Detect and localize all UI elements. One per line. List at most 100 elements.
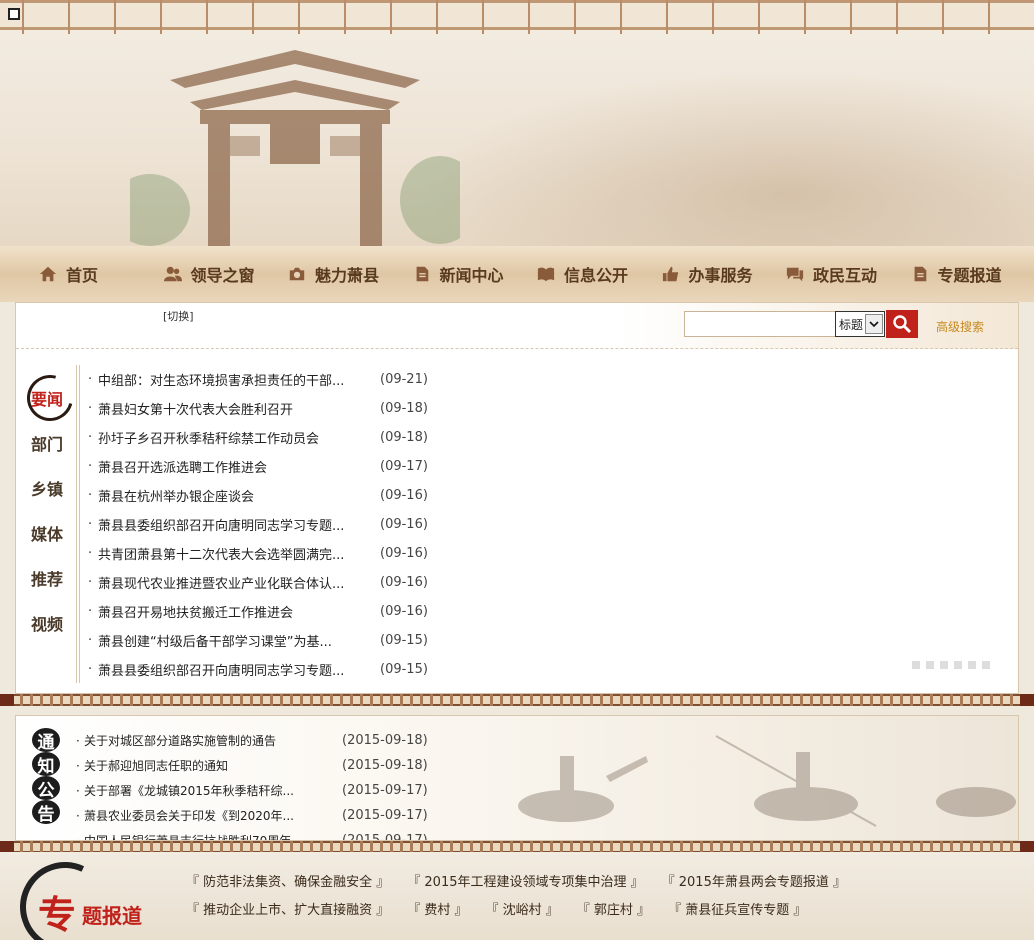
list-item[interactable]: · 关于部署《龙城镇2015年秋季秸秆综... (2015-09-17) (76, 778, 436, 803)
topic-link[interactable]: 『 费村 』 (407, 899, 467, 918)
news-title[interactable]: 萧县县委组织部召开向唐明同志学习专题... (98, 515, 380, 534)
list-item[interactable]: · 萧县县委组织部召开向唐明同志学习专题... (09-15) (88, 655, 448, 684)
notice-title[interactable]: 关于对城区部分道路实施管制的通告 (84, 732, 342, 749)
search-bar: [切换] 标题 高级搜索 (16, 303, 1018, 349)
memorial-archway-image (130, 50, 460, 246)
nav-label: 政民互动 (813, 266, 878, 285)
notice-date: (2015-09-17) (342, 783, 428, 798)
switch-link[interactable]: [切换] (163, 308, 194, 324)
list-item[interactable]: · 萧县召开易地扶贫搬迁工作推进会 (09-16) (88, 597, 448, 626)
pager-dot[interactable] (926, 661, 934, 669)
bullet: · (88, 517, 93, 532)
bullet: · (88, 401, 93, 416)
nav-label: 办事服务 (688, 266, 753, 285)
news-title[interactable]: 孙圩子乡召开秋季秸秆综禁工作动员会 (98, 428, 380, 447)
banner-fret-border (0, 0, 1034, 34)
nav-news-center[interactable]: 新闻中心 (412, 246, 537, 302)
tab-departments[interactable]: 部门 (26, 420, 68, 465)
nav-home[interactable]: 首页 (38, 246, 163, 302)
news-date: (09-18) (380, 401, 428, 416)
nav-special-reports[interactable]: 专题报道 (910, 246, 1034, 302)
pager-dot[interactable] (982, 661, 990, 669)
topic-link[interactable]: 『 沈峪村 』 (486, 899, 559, 918)
tab-headlines[interactable]: 要闻 (26, 375, 68, 420)
nav-label: 领导之窗 (190, 266, 255, 285)
bullet: · (76, 833, 80, 841)
news-date: (09-17) (380, 459, 428, 474)
nav-info-public[interactable]: 信息公开 (536, 246, 661, 302)
news-date: (09-15) (380, 633, 428, 648)
news-title[interactable]: 萧县在杭州举办银企座谈会 (98, 486, 380, 505)
topic-link[interactable]: 『 2015年萧县两会专题报道 』 (662, 871, 846, 890)
list-item[interactable]: · 萧县召开选派选聘工作推进会 (09-17) (88, 452, 448, 481)
notice-heading: 通 知 公 告 (32, 728, 62, 825)
tab-towns[interactable]: 乡镇 (26, 465, 68, 510)
list-item[interactable]: · 萧县县委组织部召开向唐明同志学习专题... (09-16) (88, 510, 448, 539)
pager-dot[interactable] (940, 661, 948, 669)
bullet: · (76, 758, 80, 773)
notice-title[interactable]: 关于郝迎旭同志任职的通知 (84, 757, 342, 774)
header-banner (0, 0, 1034, 246)
list-item[interactable]: · 萧县现代农业推进暨农业产业化联合体认... (09-16) (88, 568, 448, 597)
divider-cap (1020, 694, 1034, 706)
advanced-search-link[interactable]: 高级搜索 (936, 318, 984, 335)
nav-services[interactable]: 办事服务 (661, 246, 786, 302)
search-button[interactable] (886, 310, 918, 338)
topic-link[interactable]: 『 推动企业上市、扩大直接融资 』 (186, 899, 389, 918)
news-title[interactable]: 萧县召开选派选聘工作推进会 (98, 457, 380, 476)
nav-label: 新闻中心 (439, 266, 504, 285)
news-date: (09-16) (380, 517, 428, 532)
notice-title[interactable]: 中国人民银行萧县支行抗战胜利70周年... (84, 832, 342, 840)
pager-dot[interactable] (912, 661, 920, 669)
tab-media[interactable]: 媒体 (26, 510, 68, 555)
list-item[interactable]: · 共青团萧县第十二次代表大会选举圆满完... (09-16) (88, 539, 448, 568)
nav-label: 首页 (66, 266, 99, 285)
notice-title[interactable]: 萧县农业委员会关于印发《到2020年... (84, 807, 342, 824)
news-title[interactable]: 萧县妇女第十次代表大会胜利召开 (98, 399, 380, 418)
notice-title[interactable]: 关于部署《龙城镇2015年秋季秸秆综... (84, 782, 342, 799)
pager-dot[interactable] (954, 661, 962, 669)
bullet: · (88, 488, 93, 503)
topic-link[interactable]: 『 2015年工程建设领域专项集中治理 』 (407, 871, 643, 890)
news-date: (09-21) (380, 372, 428, 387)
news-title[interactable]: 萧县现代农业推进暨农业产业化联合体认... (98, 573, 380, 592)
news-date: (09-16) (380, 488, 428, 503)
list-item[interactable]: · 关于郝迎旭同志任职的通知 (2015-09-18) (76, 753, 436, 778)
news-title[interactable]: 萧县召开易地扶贫搬迁工作推进会 (98, 602, 380, 621)
section-divider (0, 694, 1034, 706)
list-item[interactable]: · 萧县创建“村级后备干部学习课堂”为基... (09-15) (88, 626, 448, 655)
banner-mist (420, 70, 1034, 246)
list-item[interactable]: · 中组部：对生态环境损害承担责任的干部... (09-21) (88, 365, 448, 394)
list-item[interactable]: · 孙圩子乡召开秋季秸秆综禁工作动员会 (09-18) (88, 423, 448, 452)
news-title[interactable]: 共青团萧县第十二次代表大会选举圆满完... (98, 544, 380, 563)
list-item[interactable]: · 关于对城区部分道路实施管制的通告 (2015-09-18) (76, 728, 436, 753)
tab-recommended[interactable]: 推荐 (26, 555, 68, 600)
nav-label: 魅力萧县 (315, 266, 380, 285)
list-item[interactable]: · 萧县农业委员会关于印发《到2020年... (2015-09-17) (76, 803, 436, 828)
nav-leaders[interactable]: 领导之窗 (163, 246, 288, 302)
topic-link[interactable]: 『 郭庄村 』 (577, 899, 650, 918)
topic-row: 『 防范非法集资、确保金融安全 』 『 2015年工程建设领域专项集中治理 』 … (186, 866, 864, 894)
news-title[interactable]: 萧县创建“村级后备干部学习课堂”为基... (98, 631, 380, 650)
horse-riders-decoration (518, 735, 1016, 827)
search-input[interactable] (684, 311, 836, 337)
news-date: (09-16) (380, 604, 428, 619)
list-item[interactable]: · 萧县妇女第十次代表大会胜利召开 (09-18) (88, 394, 448, 423)
main-nav: 首页 领导之窗 魅力萧县 新闻中心 信息公开 办事服务 政民互动 专题报道 (0, 246, 1034, 302)
news-title[interactable]: 萧县县委组织部召开向唐明同志学习专题... (98, 660, 380, 679)
search-field-select[interactable]: 标题 (835, 311, 885, 337)
topic-link[interactable]: 『 萧县征兵宣传专题 』 (668, 899, 806, 918)
bullet: · (88, 546, 93, 561)
camera-icon (287, 264, 307, 284)
list-item[interactable]: · 中国人民银行萧县支行抗战胜利70周年... (2015-09-17) (76, 828, 436, 841)
topic-link[interactable]: 『 防范非法集资、确保金融安全 』 (186, 871, 389, 890)
window-restore-icon[interactable] (8, 8, 20, 20)
bullet: · (88, 459, 93, 474)
nav-charm[interactable]: 魅力萧县 (287, 246, 412, 302)
pager-dot[interactable] (968, 661, 976, 669)
nav-interaction[interactable]: 政民互动 (785, 246, 910, 302)
list-item[interactable]: · 萧县在杭州举办银企座谈会 (09-16) (88, 481, 448, 510)
news-title[interactable]: 中组部：对生态环境损害承担责任的干部... (98, 370, 380, 389)
bullet: · (76, 733, 80, 748)
tab-video[interactable]: 视频 (26, 600, 68, 645)
